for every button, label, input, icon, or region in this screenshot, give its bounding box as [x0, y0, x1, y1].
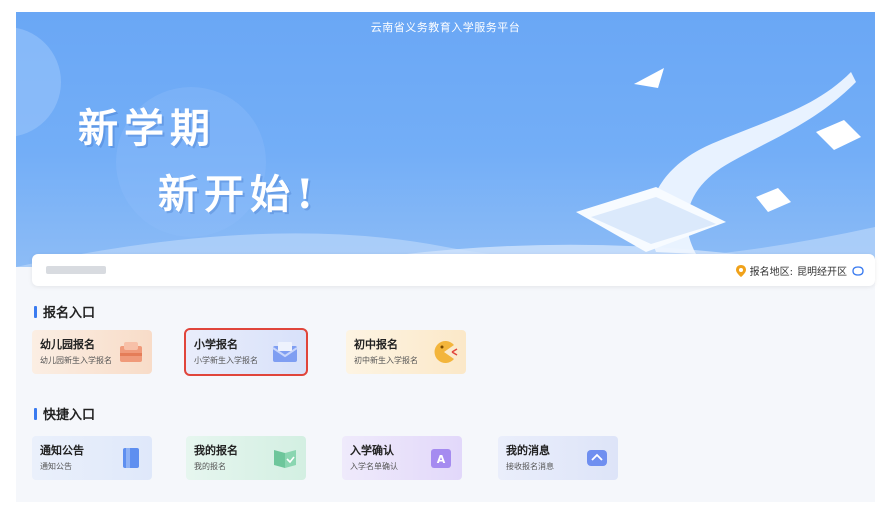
book-icon	[123, 448, 139, 468]
switch-region-icon[interactable]	[851, 265, 865, 276]
primary-school-enroll-card[interactable]: 小学报名 小学新生入学报名	[184, 328, 308, 376]
section-accent-bar	[34, 407, 37, 420]
quick-section-label: 快捷入口	[43, 408, 96, 423]
banner-slogan-line2: 新开始!	[158, 171, 320, 218]
platform-title: 云南省义务教育入学服务平台	[370, 21, 521, 34]
region-label: 报名地区:	[749, 267, 793, 278]
enroll-section-label: 报名入口	[43, 306, 96, 321]
notice-card[interactable]: 通知公告 通知公告	[32, 436, 152, 480]
bag-icon	[120, 342, 142, 362]
hero-banner: 云南省义务教育入学服务平台 新学期 新开始!	[16, 12, 875, 267]
pacman-icon	[434, 341, 458, 363]
message-icon	[587, 450, 607, 466]
middle-school-enroll-card[interactable]: 初中报名 初中新生入学报名	[346, 330, 466, 374]
region-selector[interactable]: 报名地区: 昆明经开区	[735, 263, 865, 278]
location-pin-icon	[735, 264, 746, 277]
quick-section-title: 快捷入口	[34, 404, 95, 423]
enroll-section-title: 报名入口	[34, 302, 95, 321]
section-accent-bar	[34, 305, 37, 318]
user-info-redacted	[46, 266, 106, 274]
banner-slogan-line1: 新学期	[78, 105, 216, 152]
check-book-icon	[274, 450, 296, 468]
svg-text:A: A	[437, 453, 446, 466]
admission-confirm-card[interactable]: 入学确认 入学名单确认 A	[342, 436, 462, 480]
kindergarten-enroll-card[interactable]: 幼儿园报名 幼儿园新生入学报名	[32, 330, 152, 374]
letter-a-icon: A	[431, 449, 451, 468]
my-enrollment-card[interactable]: 我的报名 我的报名	[186, 436, 306, 480]
my-messages-card[interactable]: 我的消息 接收报名消息	[498, 436, 618, 480]
region-value: 昆明经开区	[797, 267, 847, 278]
envelope-icon	[272, 342, 298, 362]
location-bar[interactable]: 报名地区: 昆明经开区	[32, 254, 875, 286]
page-frame: 云南省义务教育入学服务平台 新学期 新开始! 报名地区: 昆明经开区 报名入口 …	[16, 12, 875, 502]
